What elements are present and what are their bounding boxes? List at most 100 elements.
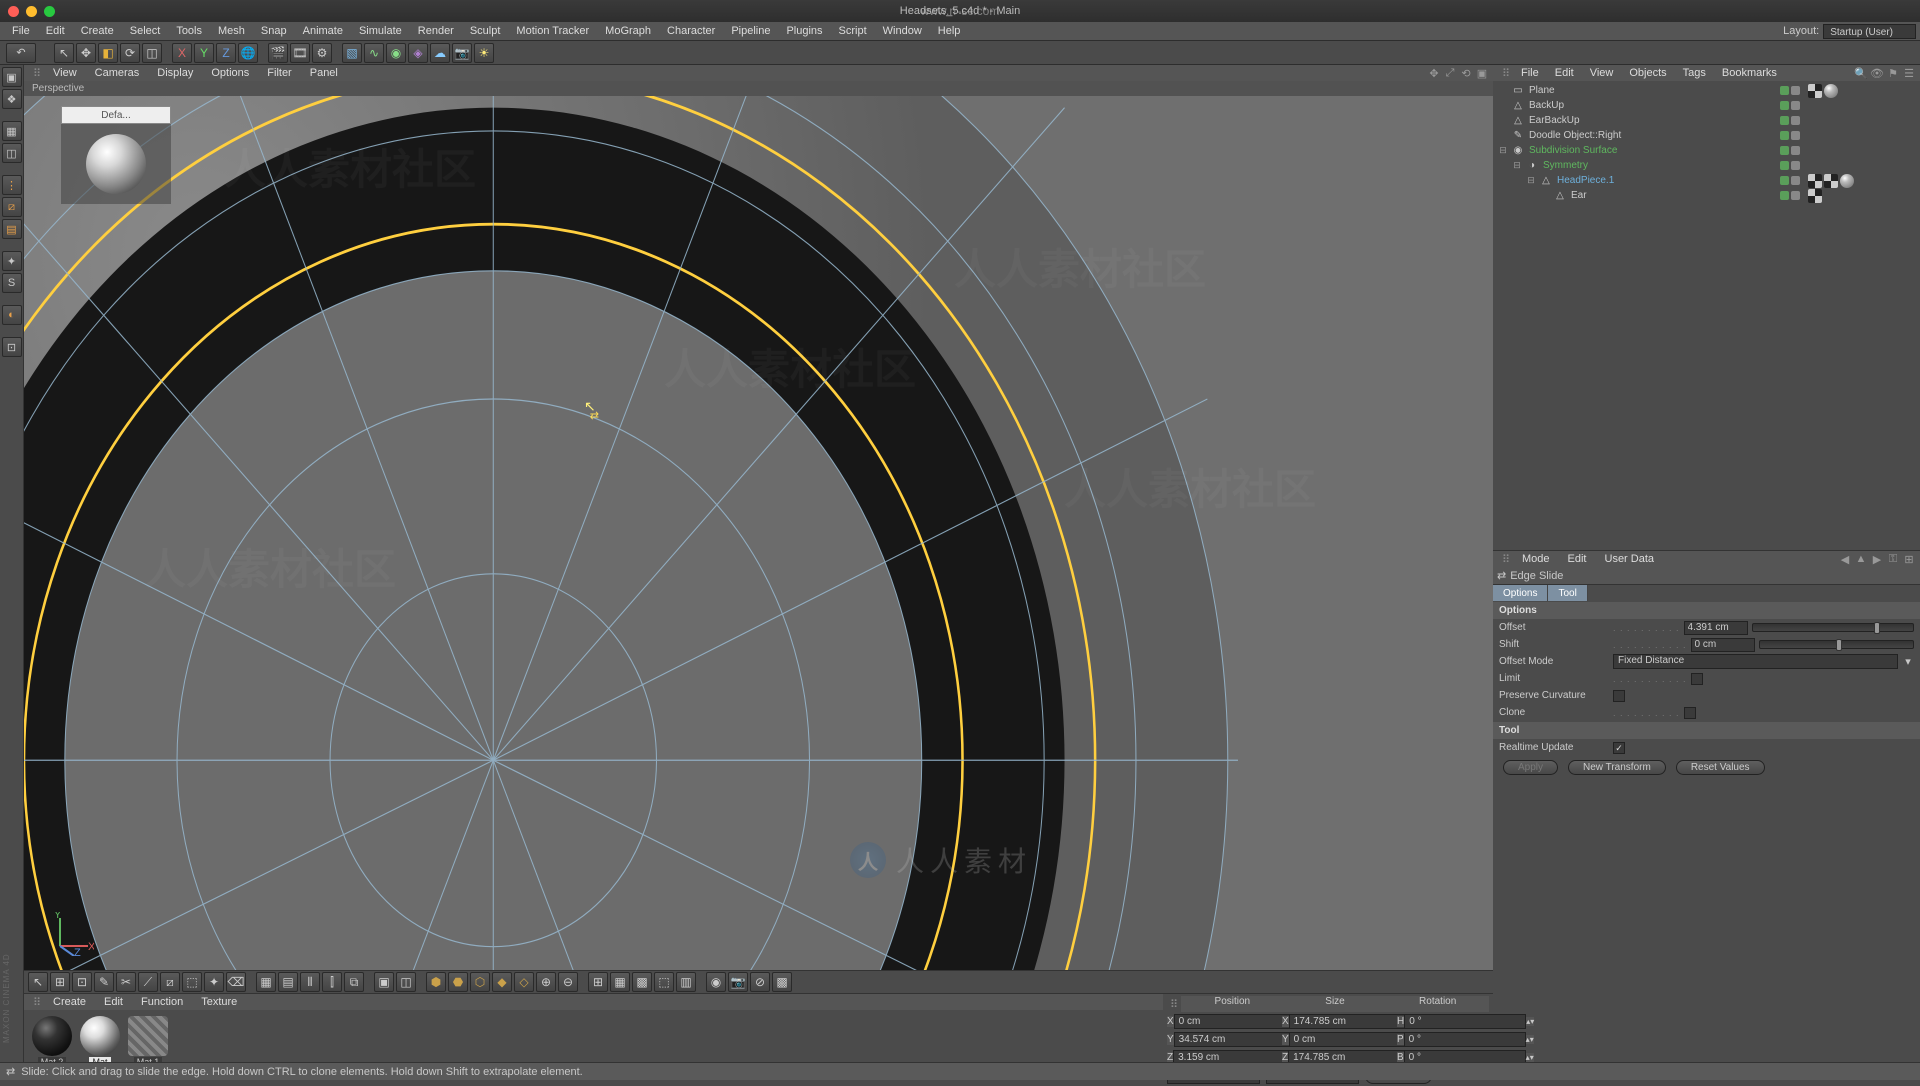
render-dot-icon[interactable] (1791, 101, 1800, 110)
render-dot-icon[interactable] (1791, 146, 1800, 155)
viewport-3d[interactable]: 人人素材社区 人人素材社区 人人素材社区 人人素材社区 人人素材社区 (24, 96, 1493, 970)
tool-9-icon[interactable]: ✦ (204, 972, 224, 992)
render-dot-icon[interactable] (1791, 116, 1800, 125)
layout-select[interactable]: Startup (User) (1823, 24, 1916, 39)
expand-icon[interactable]: ⊟ (1511, 160, 1523, 171)
panel-handle-icon[interactable]: ⠿ (1499, 67, 1513, 80)
om-tags[interactable]: Tags (1675, 67, 1714, 79)
tree-row[interactable]: ⊟◑Symmetry (1495, 158, 1918, 173)
tool-21-icon[interactable]: ◆ (492, 972, 512, 992)
tool-10-icon[interactable]: ⌫ (226, 972, 246, 992)
tool-22-icon[interactable]: ◇ (514, 972, 534, 992)
object-name[interactable]: Symmetry (1541, 160, 1778, 171)
visibility-dot-icon[interactable] (1780, 146, 1789, 155)
vp-panel[interactable]: Panel (301, 67, 347, 79)
render-view-icon[interactable]: 🎬 (268, 43, 288, 63)
apply-button[interactable]: Apply (1503, 760, 1558, 775)
om-bookmarks[interactable]: Bookmarks (1714, 67, 1785, 79)
om-objects[interactable]: Objects (1621, 67, 1674, 79)
object-name[interactable]: EarBackUp (1527, 115, 1778, 126)
render-dot-icon[interactable] (1791, 161, 1800, 170)
tool-18-icon[interactable]: ⬢ (426, 972, 446, 992)
visibility-dot-icon[interactable] (1780, 86, 1789, 95)
am-lock-icon[interactable]: ⚿ (1886, 552, 1900, 566)
tree-row[interactable]: ⊟△HeadPiece.1 (1495, 173, 1918, 188)
tool-12-icon[interactable]: ▤ (278, 972, 298, 992)
object-name[interactable]: Doodle Object::Right (1527, 130, 1778, 141)
shift-slider[interactable] (1759, 640, 1914, 649)
vp-options[interactable]: Options (202, 67, 258, 79)
tool-14-icon[interactable]: ⫿ (322, 972, 342, 992)
tool-26-icon[interactable]: ▦ (610, 972, 630, 992)
add-deformer-icon[interactable]: ◈ (408, 43, 428, 63)
limit-checkbox[interactable] (1691, 673, 1703, 685)
texture-mode-icon[interactable]: ▦ (2, 121, 22, 141)
render-dot-icon[interactable] (1791, 131, 1800, 140)
axis-mode-icon[interactable]: ✦ (2, 251, 22, 271)
x-axis-lock-icon[interactable]: X (172, 43, 192, 63)
tool-25-icon[interactable]: ⊞ (588, 972, 608, 992)
om-search-icon[interactable]: 🔍 (1854, 66, 1868, 80)
tree-row[interactable]: ▭Plane (1495, 83, 1918, 98)
menu-edit[interactable]: Edit (38, 22, 73, 40)
minimize-window-icon[interactable] (26, 6, 37, 17)
render-pv-icon[interactable]: 🎞 (290, 43, 310, 63)
panel-handle-icon[interactable]: ⠿ (30, 67, 44, 80)
recent-tool-icon[interactable]: ◫ (142, 43, 162, 63)
tree-row[interactable]: ⊟◉Subdivision Surface (1495, 143, 1918, 158)
viewport-solo-icon[interactable]: ◐ (2, 305, 22, 325)
vp-nav-zoom-icon[interactable]: ⤢ (1443, 66, 1457, 80)
tool-20-icon[interactable]: ⬡ (470, 972, 490, 992)
object-name[interactable]: BackUp (1527, 100, 1778, 111)
object-name[interactable]: Plane (1527, 85, 1778, 96)
vp-filter[interactable]: Filter (258, 67, 300, 79)
menu-create[interactable]: Create (73, 22, 122, 40)
render-dot-icon[interactable] (1791, 191, 1800, 200)
tool-17-icon[interactable]: ◫ (396, 972, 416, 992)
rotate-tool-icon[interactable]: ⟳ (120, 43, 140, 63)
workplane-icon[interactable]: ◫ (2, 143, 22, 163)
undo-button[interactable]: ↶ (6, 43, 36, 63)
menu-animate[interactable]: Animate (295, 22, 351, 40)
z-axis-lock-icon[interactable]: Z (216, 43, 236, 63)
tab-tool[interactable]: Tool (1548, 585, 1587, 601)
polys-mode-icon[interactable]: ▤ (2, 219, 22, 239)
om-menu-icon[interactable]: ☰ (1902, 66, 1916, 80)
pos-input[interactable] (1174, 1032, 1296, 1047)
tool-1-icon[interactable]: ↖ (28, 972, 48, 992)
move-tool-icon[interactable]: ✥ (76, 43, 96, 63)
vp-view[interactable]: View (44, 67, 86, 79)
expand-icon[interactable]: ⊟ (1497, 145, 1509, 156)
tool-7-icon[interactable]: ⧄ (160, 972, 180, 992)
tool-4-icon[interactable]: ✎ (94, 972, 114, 992)
menu-simulate[interactable]: Simulate (351, 22, 410, 40)
om-view[interactable]: View (1582, 67, 1622, 79)
tab-options[interactable]: Options (1493, 585, 1548, 601)
vp-cameras[interactable]: Cameras (86, 67, 149, 79)
tool-30-icon[interactable]: ◉ (706, 972, 726, 992)
scale-tool-icon[interactable]: ◧ (98, 43, 118, 63)
tag-icon[interactable] (1824, 174, 1838, 188)
tool-23-icon[interactable]: ⊕ (536, 972, 556, 992)
am-edit[interactable]: Edit (1559, 553, 1596, 565)
add-generator-icon[interactable]: ◉ (386, 43, 406, 63)
tree-row[interactable]: ✎Doodle Object::Right (1495, 128, 1918, 143)
rot-input[interactable] (1404, 1032, 1526, 1047)
visibility-dot-icon[interactable] (1780, 191, 1789, 200)
tag-icon[interactable] (1808, 84, 1822, 98)
add-light-icon[interactable]: ☀ (474, 43, 494, 63)
vp-nav-pan-icon[interactable]: ✥ (1427, 66, 1441, 80)
new-transform-button[interactable]: New Transform (1568, 760, 1666, 775)
points-mode-icon[interactable]: ⋮ (2, 175, 22, 195)
om-eye-icon[interactable]: 👁 (1870, 66, 1884, 80)
vp-nav-orbit-icon[interactable]: ⟲ (1459, 66, 1473, 80)
vp-nav-toggle-icon[interactable]: ▣ (1475, 66, 1489, 80)
tree-row[interactable]: △BackUp (1495, 98, 1918, 113)
tool-28-icon[interactable]: ⬚ (654, 972, 674, 992)
tool-19-icon[interactable]: ⬣ (448, 972, 468, 992)
panel-handle-icon[interactable]: ⠿ (1167, 996, 1181, 1012)
pos-input[interactable] (1174, 1014, 1296, 1029)
coord-system-icon[interactable]: 🌐 (238, 43, 258, 63)
tag-icon[interactable] (1808, 189, 1822, 203)
mat-function[interactable]: Function (132, 996, 192, 1008)
